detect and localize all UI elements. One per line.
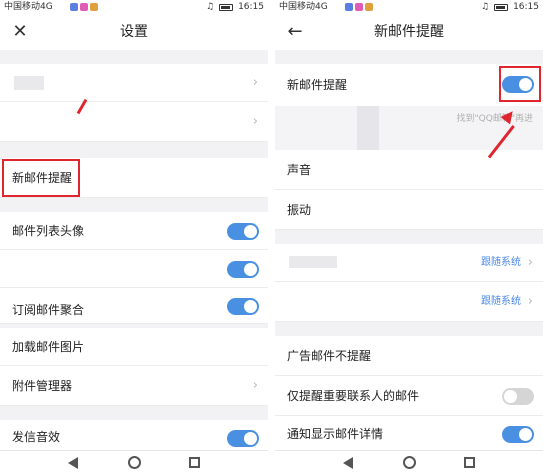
send-sound-label: 发信音效 (12, 430, 61, 444)
send-sound-row: 发信音效 (0, 420, 268, 454)
show-details-row: 通知显示邮件详情 (275, 416, 543, 452)
headset-icon: ♫ (480, 2, 490, 12)
vibration-label: 振动 (287, 203, 312, 217)
attachment-manager-label: 附件管理器 (12, 379, 73, 393)
chevron-right-icon: › (527, 255, 533, 270)
app-badge-icon (365, 3, 373, 11)
top-navbar: ✕ 设置 (0, 14, 268, 50)
battery-icon (494, 3, 509, 11)
chevron-right-icon: › (527, 294, 533, 309)
app-badge-icon (80, 3, 88, 11)
redacted-block (289, 256, 337, 268)
send-sound-toggle[interactable] (227, 430, 259, 447)
redacted-block (357, 106, 379, 150)
chevron-right-icon: › (252, 114, 258, 129)
back-icon[interactable] (343, 457, 353, 469)
back-icon[interactable] (68, 457, 78, 469)
status-time: 16:15 (238, 2, 264, 12)
carrier-label: 中国移动4G (4, 2, 53, 12)
status-time: 16:15 (513, 2, 539, 12)
sound-label: 声音 (287, 163, 312, 177)
top-navbar: ← 新邮件提醒 (275, 14, 543, 50)
recent-apps-icon[interactable] (189, 457, 200, 468)
important-only-row: 仅提醒重要联系人的邮件 (275, 376, 543, 416)
home-icon[interactable] (403, 456, 416, 469)
subscription-toggle[interactable] (227, 298, 259, 315)
load-images-row[interactable]: 加载邮件图片 (0, 328, 268, 366)
system-nav-bar (0, 450, 268, 474)
follow-system-row[interactable]: 跟随系统 › (275, 282, 543, 322)
attachment-manager-row[interactable]: 附件管理器 › (0, 366, 268, 406)
sound-row[interactable]: 声音 (275, 150, 543, 190)
subscription-label: 订阅邮件聚合 (12, 303, 85, 317)
important-only-label: 仅提醒重要联系人的邮件 (287, 389, 420, 403)
ad-no-alert-label: 广告邮件不提醒 (287, 349, 372, 363)
subscription-row: 订阅邮件聚合 (0, 288, 268, 324)
ad-no-alert-row[interactable]: 广告邮件不提醒 (275, 336, 543, 376)
app-badge-icon (345, 3, 353, 11)
carrier-label: 中国移动4G (279, 2, 328, 12)
headset-icon: ♫ (205, 2, 215, 12)
show-details-toggle[interactable] (502, 426, 534, 443)
home-icon[interactable] (128, 456, 141, 469)
recent-apps-icon[interactable] (464, 457, 475, 468)
highlight-box (2, 159, 80, 197)
notification-badges (70, 3, 98, 11)
app-badge-icon (70, 3, 78, 11)
redacted-block (14, 76, 44, 90)
settings-screen: 中国移动4G ♫ 16:15 ✕ 设置 › › 新邮件提醒 邮件列表头像 订阅邮… (0, 0, 268, 474)
hint-text: 找到"QQ邮箱"再进 (456, 114, 533, 124)
follow-system-value: 跟随系统 (481, 296, 521, 307)
chevron-right-icon: › (252, 378, 258, 393)
notification-badges (345, 3, 373, 11)
page-title: 新邮件提醒 (374, 24, 444, 40)
load-images-label: 加载邮件图片 (12, 340, 85, 354)
account-row[interactable]: › (0, 64, 268, 102)
new-mail-alert-screen: 中国移动4G ♫ 16:15 ← 新邮件提醒 新邮件提醒 找到"QQ邮箱"再进 … (275, 0, 543, 474)
mail-list-avatar-row: 邮件列表头像 (0, 212, 268, 250)
unlabeled-toggle[interactable] (227, 261, 259, 278)
status-bar: 中国移动4G ♫ 16:15 (0, 0, 268, 14)
mail-list-avatar-toggle[interactable] (227, 223, 259, 240)
new-mail-alert-label: 新邮件提醒 (287, 78, 348, 92)
account-row[interactable]: › (0, 102, 268, 142)
chevron-right-icon: › (252, 75, 258, 90)
status-bar: 中国移动4G ♫ 16:15 (275, 0, 543, 14)
app-badge-icon (90, 3, 98, 11)
app-badge-icon (355, 3, 363, 11)
system-nav-bar (275, 450, 543, 474)
page-title: 设置 (120, 24, 148, 40)
vibration-row[interactable]: 振动 (275, 190, 543, 230)
follow-system-value: 跟随系统 (481, 257, 521, 268)
screen-divider (268, 0, 275, 474)
important-only-toggle[interactable] (502, 388, 534, 405)
highlight-box (499, 66, 541, 102)
unlabeled-toggle-row (0, 250, 268, 288)
follow-system-row[interactable]: 跟随系统 › (275, 244, 543, 282)
show-details-label: 通知显示邮件详情 (287, 427, 384, 441)
battery-icon (219, 3, 234, 11)
mail-list-avatar-label: 邮件列表头像 (12, 224, 85, 238)
